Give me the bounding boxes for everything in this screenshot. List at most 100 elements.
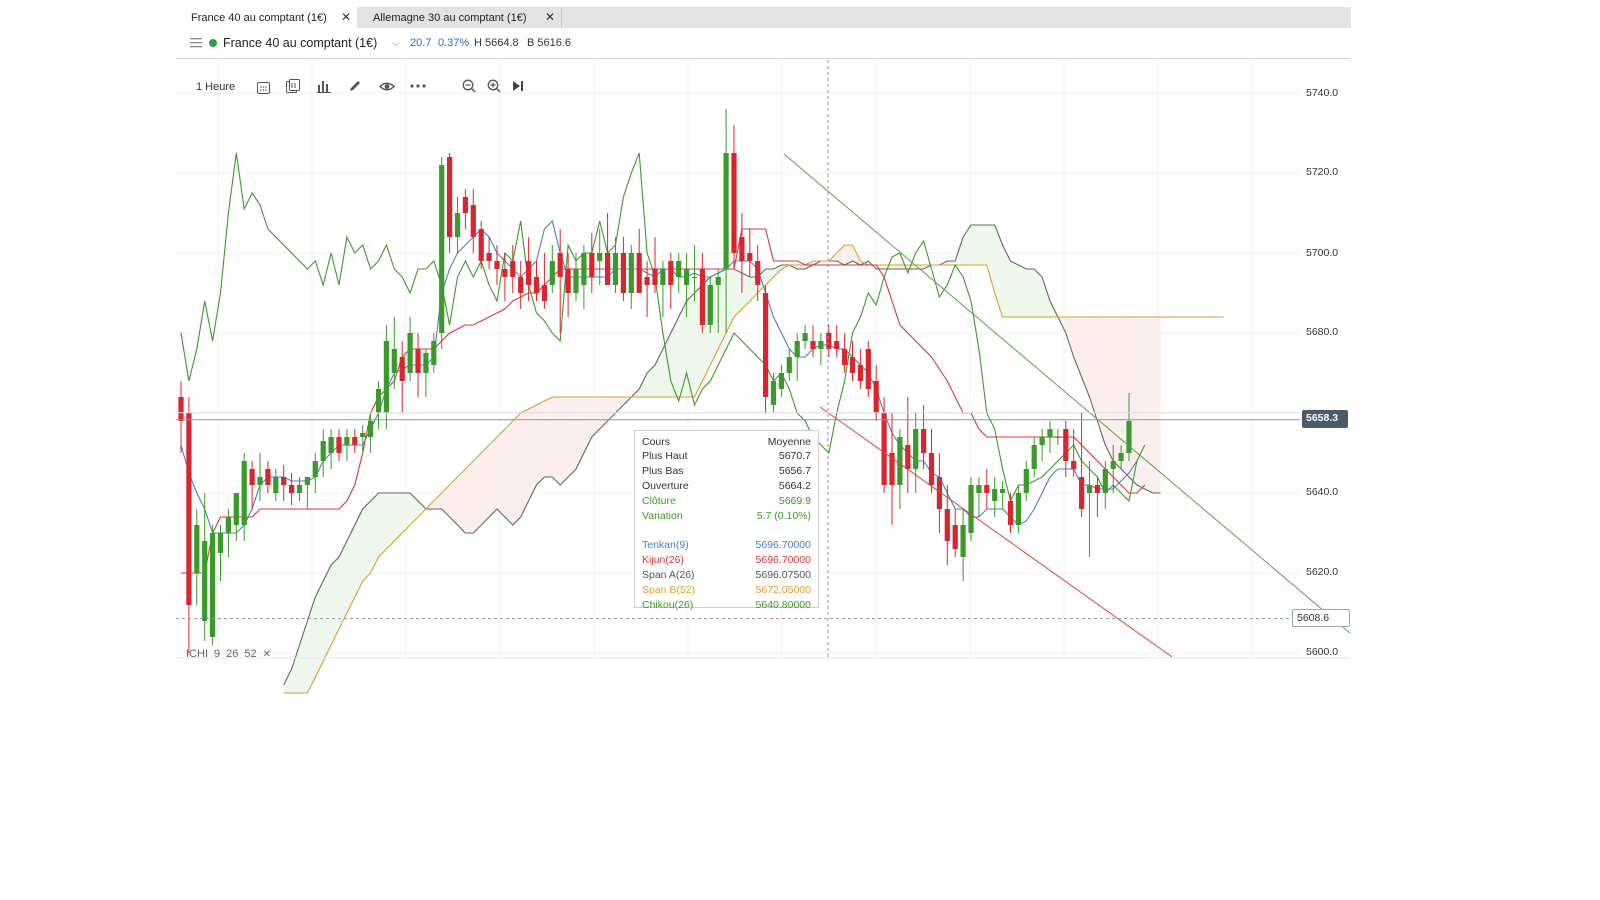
candle-body <box>928 453 935 485</box>
candle-body <box>360 433 366 437</box>
tooltip-row: Ouverture 5664.2 <box>642 480 811 494</box>
cloud-segment <box>907 265 916 269</box>
candle-body <box>265 469 271 485</box>
zoom-out-icon[interactable] <box>461 78 477 94</box>
candle-body <box>470 205 476 237</box>
candle-body <box>1047 429 1053 437</box>
cloud-segment <box>504 421 513 525</box>
current-price-badge: 5658.3 <box>1302 410 1348 428</box>
candle-body <box>518 277 524 293</box>
candle-body <box>897 437 903 485</box>
ohlc-tooltip: Cours Moyenne Plus Haut 5670.7 Plus Bas 5656… <box>634 430 819 611</box>
candle-body <box>794 341 800 357</box>
candle-body <box>1110 461 1116 469</box>
candle-body <box>352 437 358 445</box>
candle-body <box>249 469 255 485</box>
candle-body <box>818 341 824 349</box>
cloud-segment <box>473 453 482 533</box>
calendar-icon[interactable] <box>255 79 271 95</box>
tooltip-row: Kijun(26) 5696.70000 <box>642 554 811 568</box>
candle-body <box>510 261 516 277</box>
tooltip-label: Variation <box>642 510 683 522</box>
pencil-icon[interactable] <box>347 78 363 94</box>
tooltip-value: 5.7 (0.10%) <box>756 510 811 522</box>
more-icon[interactable] <box>409 79 427 93</box>
candle-body <box>620 253 626 293</box>
eye-icon[interactable] <box>378 79 396 93</box>
candle-body <box>573 269 579 293</box>
candle-body <box>336 437 342 453</box>
candle-body <box>454 213 461 237</box>
candle-body <box>921 429 927 453</box>
candle-body <box>589 253 595 277</box>
candle-body <box>210 533 216 637</box>
tooltip-row: Span B(52) 5672.05000 <box>642 584 811 598</box>
tooltip-row: Chikou(26) 5640.80000 <box>642 599 811 613</box>
indicator-param: 26 <box>226 648 239 660</box>
candle-body <box>857 365 863 381</box>
tooltip-mode: Moyenne <box>767 436 811 448</box>
tooltip-value: 5669.9 <box>778 495 811 507</box>
candle-body <box>605 253 611 285</box>
cloud-segment <box>465 461 474 533</box>
tooltip-row: Variation 5.7 (0.10%) <box>642 510 811 524</box>
candle-body <box>1055 437 1061 438</box>
candle-body <box>913 429 919 469</box>
close-icon[interactable]: ✕ <box>263 649 271 660</box>
cloud-segment <box>947 261 956 265</box>
candle-body <box>810 341 816 349</box>
candle-body <box>439 165 445 333</box>
price-tick: 5640.0 <box>1306 486 1339 498</box>
tooltip-value: 5696.07500 <box>755 569 811 581</box>
candle-body <box>526 261 532 285</box>
cloud-segment <box>568 397 576 477</box>
indicator-name: ICHI <box>186 648 208 660</box>
candle-body <box>431 341 437 365</box>
indicator-param: 52 <box>244 648 257 660</box>
zoom-in-icon[interactable] <box>486 78 502 94</box>
candle-body <box>541 285 547 301</box>
price-tick: 5700.0 <box>1306 247 1339 259</box>
candle-body <box>533 277 540 293</box>
tooltip-title: Cours <box>642 436 671 448</box>
candle-body <box>281 477 287 485</box>
candle-body <box>778 373 784 389</box>
bar-chart-icon[interactable] <box>316 78 332 94</box>
candle-body <box>881 413 887 485</box>
tooltip-label: Kijun(26) <box>642 554 685 566</box>
cloud-segment <box>512 413 521 525</box>
candle-body <box>407 333 413 373</box>
cloud-segment <box>544 397 553 477</box>
interval-selector[interactable]: 1 Heure <box>196 79 235 95</box>
candle-body <box>873 381 879 413</box>
candle-body <box>612 253 619 285</box>
cloud-segment <box>457 469 466 533</box>
tooltip-value: 5670.7 <box>778 450 811 462</box>
cloud-segment <box>978 225 987 265</box>
candle-body <box>1007 501 1014 525</box>
candle-body <box>478 229 484 261</box>
candle-body <box>447 157 453 237</box>
candle-body <box>849 357 856 373</box>
candle-body <box>676 261 682 277</box>
candle-body <box>707 285 713 325</box>
candle-body <box>289 485 295 493</box>
price-tick: 5740.0 <box>1306 87 1339 99</box>
jump-to-end-icon[interactable] <box>511 79 525 93</box>
cloud-segment <box>386 493 395 549</box>
candle-body <box>992 489 998 501</box>
candle-body <box>1079 477 1085 509</box>
candle-body <box>842 349 848 365</box>
indicator-label[interactable]: ICHI 9 26 52 ✕ <box>186 648 271 660</box>
candle-body <box>976 485 982 493</box>
candle-body <box>834 341 840 349</box>
candle-body <box>415 349 421 373</box>
copy-icon[interactable] <box>285 78 301 94</box>
price-tick: 5720.0 <box>1306 166 1339 178</box>
tooltip-label: Plus Haut <box>642 450 688 462</box>
tooltip-label: Span B(52) <box>642 584 696 596</box>
indicator-param: 9 <box>214 648 221 660</box>
cloud-segment <box>489 437 497 517</box>
candle-body <box>960 525 966 557</box>
cloud-segment <box>552 397 561 485</box>
